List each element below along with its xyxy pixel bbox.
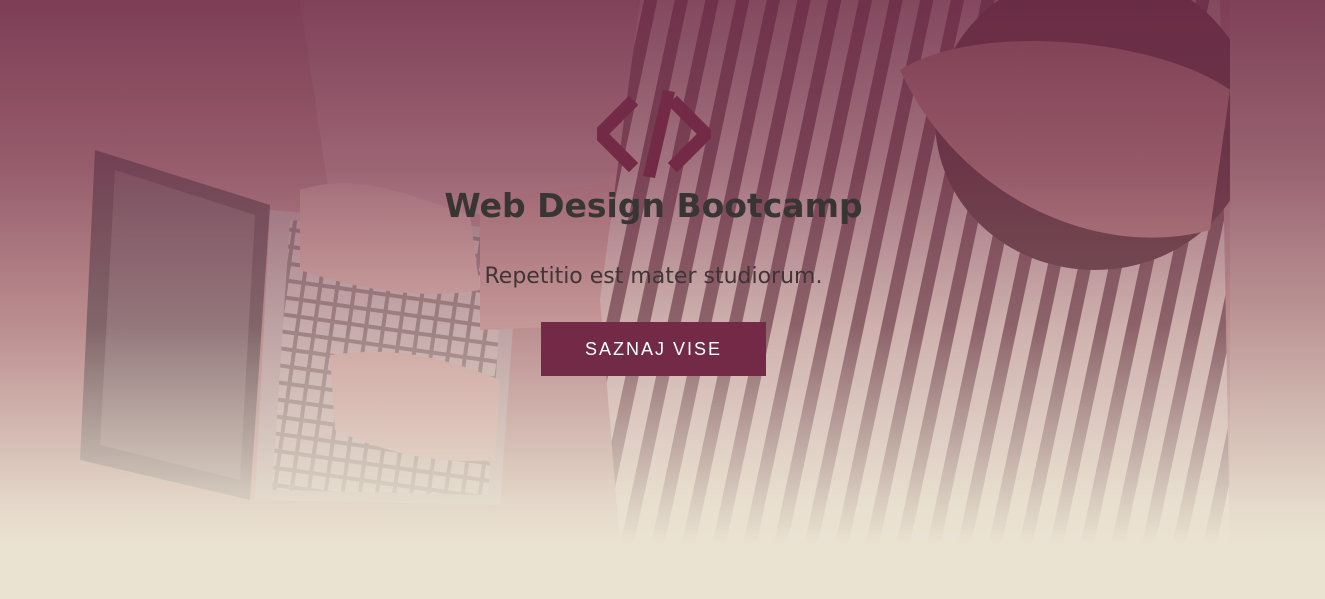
hero-subtitle: Repetitio est mater studiorum. xyxy=(484,264,823,289)
code-brackets-icon xyxy=(597,90,711,178)
page-title: Web Design Bootcamp xyxy=(444,186,863,225)
hero-section: Web Design Bootcamp Repetitio est mater … xyxy=(0,0,1325,599)
learn-more-button[interactable]: SAZNAJ VISE xyxy=(541,322,766,376)
